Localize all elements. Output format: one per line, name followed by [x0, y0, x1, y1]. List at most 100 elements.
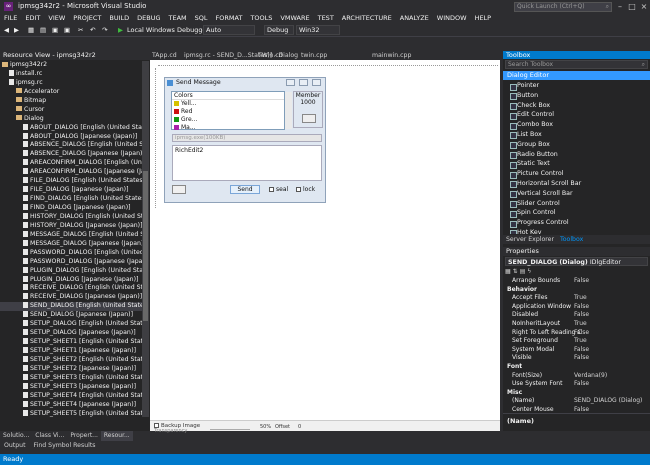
toolbox-item[interactable]: Vertical Scroll Bar	[503, 189, 650, 199]
dialog-close-button[interactable]	[312, 79, 321, 86]
attachment-field[interactable]: ipmsg.exe(100KB)	[172, 134, 322, 142]
property-row[interactable]: Font(Size) Verdana(9)	[503, 372, 650, 381]
menu-item-view[interactable]: VIEW	[44, 13, 69, 23]
bottom-tab[interactable]: Output	[0, 441, 30, 451]
tree-item[interactable]: RECEIVE_DIALOG [Japanese (Japan)]	[0, 293, 142, 302]
tree-item[interactable]: SETUP_SHEET3 [English (United States)]	[0, 373, 142, 383]
cut-icon[interactable]: ✂	[78, 25, 83, 35]
menu-item-window[interactable]: WINDOW	[433, 13, 471, 23]
tree-item[interactable]: FIND_DIALOG [English (United States)]	[0, 195, 142, 204]
tree-item[interactable]: SETUP_SHEET2 [English (United States)]	[0, 355, 142, 365]
maximize-button[interactable]: □	[626, 1, 638, 12]
menu-item-file[interactable]: FILE	[0, 13, 21, 23]
menu-item-project[interactable]: PROJECT	[69, 13, 105, 23]
refresh-button[interactable]	[302, 114, 316, 123]
menu-item-debug[interactable]: DEBUG	[133, 13, 164, 23]
tree-item[interactable]: FILE_DIALOG [Japanese (Japan)]	[0, 186, 142, 195]
forward-icon[interactable]: ▶	[14, 25, 19, 35]
tree-folder[interactable]: Bitmap	[0, 97, 142, 106]
tree-folder[interactable]: Cursor	[0, 106, 142, 115]
tree-item[interactable]: SETUP_SHEET5 [English (United States)]	[0, 409, 142, 417]
toolbox-item[interactable]: Check Box	[503, 101, 650, 111]
start-debug-icon[interactable]: ▶	[118, 25, 123, 35]
property-row[interactable]: Arrange Bounds False	[503, 277, 650, 286]
save-all-icon[interactable]: ▣	[64, 25, 70, 35]
menu-item-architecture[interactable]: ARCHITECTURE	[338, 13, 396, 23]
document-tab[interactable]: TApp.cd	[152, 51, 177, 60]
property-value[interactable]: False	[574, 329, 589, 338]
toolbox-item[interactable]: Hot Key	[503, 228, 650, 234]
property-row[interactable]: System Modal False	[503, 346, 650, 355]
toolbox-item[interactable]: Spin Control	[503, 208, 650, 218]
right-tab[interactable]: Toolbox	[557, 235, 586, 244]
toolbox-item[interactable]: Static Text	[503, 159, 650, 169]
property-row[interactable]: (Name) SEND_DIALOG (Dialog)	[503, 397, 650, 406]
bottom-tab[interactable]: Find Symbol Results	[30, 441, 100, 451]
menu-item-edit[interactable]: EDIT	[21, 13, 44, 23]
tree-item[interactable]: FIND_DIALOG [Japanese (Japan)]	[0, 204, 142, 213]
menu-item-sql[interactable]: SQL	[191, 13, 212, 23]
tree-item[interactable]: SETUP_SHEET4 [Japanese (Japan)]	[0, 400, 142, 410]
tree-item[interactable]: PLUGIN_DIALOG [Japanese (Japan)]	[0, 275, 142, 285]
tree-item[interactable]: MESSAGE_DIALOG [English (United States)]	[0, 230, 142, 240]
color-list-item[interactable]: Yell...	[172, 100, 284, 108]
dialog-maximize-button[interactable]	[299, 79, 308, 86]
new-project-icon[interactable]: ▦	[28, 25, 34, 35]
property-row[interactable]: Set Foreground True	[503, 337, 650, 346]
tree-item[interactable]: ABSENCE_DIALOG [Japanese (Japan)]	[0, 150, 142, 159]
events-icon[interactable]: ϟ	[527, 268, 533, 275]
colors-listview[interactable]: Colors Yell... Red Gre... Ma...	[171, 91, 292, 132]
solution-mode-select[interactable]: Auto	[203, 25, 255, 35]
tree-item[interactable]: PLUGIN_DIALOG [English (United States)]	[0, 266, 142, 276]
menu-item-vmware[interactable]: VMWARE	[276, 13, 313, 23]
toolbox-item[interactable]: Slider Control	[503, 199, 650, 209]
property-category[interactable]: Behavior	[503, 286, 650, 295]
toolbox-item[interactable]: Group Box	[503, 140, 650, 150]
close-button[interactable]: ×	[638, 1, 650, 12]
menu-item-build[interactable]: BUILD	[105, 13, 133, 23]
tree-item[interactable]: PASSWORD_DIALOG [English (United States)…	[0, 248, 142, 258]
color-list-item[interactable]: Red	[172, 108, 284, 116]
tree-item[interactable]: ABOUT_DIALOG [English (United States)]	[0, 123, 142, 133]
menu-item-help[interactable]: HELP	[471, 13, 496, 23]
colors-column-header[interactable]: Colors	[172, 92, 284, 100]
document-tab[interactable]: mainwin.cpp	[372, 51, 411, 60]
save-icon[interactable]: ▣	[52, 25, 58, 35]
left-tab[interactable]: Solutio...	[0, 431, 32, 441]
tree-item[interactable]: SETUP_SHEET1 [English (United States)]	[0, 338, 142, 347]
menu-item-tools[interactable]: TOOLS	[246, 13, 276, 23]
property-category[interactable]: Font	[503, 363, 650, 372]
toolbox-item[interactable]: Radio Button	[503, 150, 650, 160]
tree-item[interactable]: SETUP_SHEET1 [Japanese (Japan)]	[0, 347, 142, 356]
tree-item[interactable]: ABOUT_DIALOG [Japanese (Japan)]	[0, 132, 142, 142]
tree-item[interactable]: install.rc	[0, 69, 142, 79]
toolbox-item[interactable]: Edit Control	[503, 110, 650, 120]
property-value[interactable]: False	[574, 354, 589, 363]
left-tab[interactable]: Propert...	[67, 431, 101, 441]
back-icon[interactable]: ◀	[4, 25, 9, 35]
document-tab[interactable]: twin.cpp	[301, 51, 327, 60]
tree-item[interactable]: HISTORY_DIALOG [English (United States)]	[0, 212, 142, 222]
categorized-icon[interactable]: ▦	[505, 268, 513, 275]
tree-item[interactable]: SETUP_SHEET3 [Japanese (Japan)]	[0, 382, 142, 392]
toolbox-group-header[interactable]: Dialog Editor	[503, 71, 650, 80]
toolbox-item[interactable]: Progress Control	[503, 218, 650, 228]
config-select[interactable]: Debug	[264, 25, 294, 35]
property-row[interactable]: Right To Left Reading C False	[503, 329, 650, 338]
small-button[interactable]	[172, 185, 186, 194]
property-value[interactable]: True	[574, 320, 587, 329]
transparency-slider[interactable]	[210, 429, 250, 430]
tree-item[interactable]: SETUP_DIALOG [Japanese (Japan)]	[0, 329, 142, 338]
rich-edit-control[interactable]: RichEdit2	[172, 145, 322, 181]
seal-checkbox-box[interactable]	[269, 187, 274, 192]
tree-folder[interactable]: Accelerator	[0, 88, 142, 97]
toolbox-item[interactable]: List Box	[503, 130, 650, 140]
tree-item[interactable]: SETUP_SHEET2 [Japanese (Japan)]	[0, 364, 142, 374]
color-list-item[interactable]: Ma...	[172, 124, 284, 132]
property-value[interactable]: True	[574, 294, 587, 303]
alphabetical-icon[interactable]: ⇅	[513, 268, 520, 275]
send-button[interactable]: Send	[230, 185, 260, 194]
left-tab[interactable]: Resour...	[100, 431, 133, 441]
tree-item[interactable]: PASSWORD_DIALOG [Japanese (Japan)]	[0, 257, 142, 267]
seal-checkbox[interactable]: seal	[269, 186, 288, 194]
